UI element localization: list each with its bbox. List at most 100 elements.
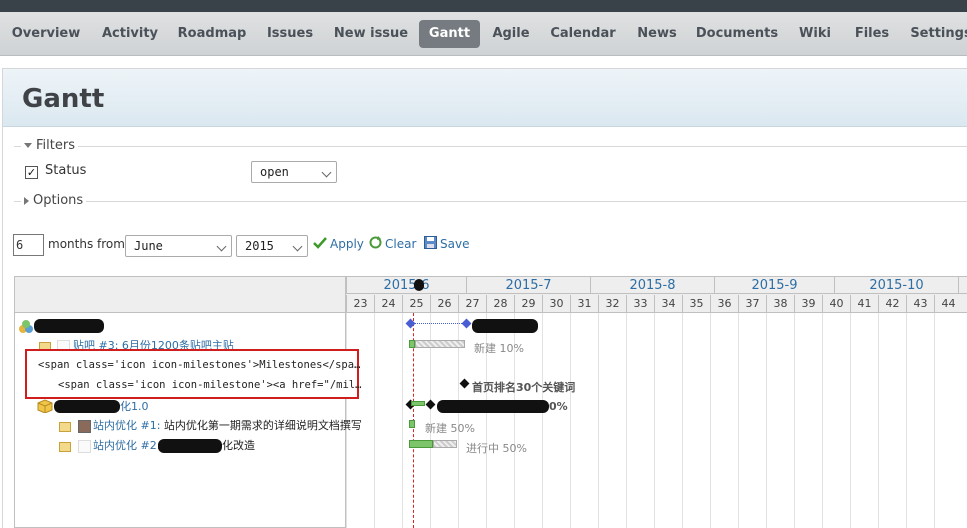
month-header-partial — [958, 277, 967, 294]
month-header: 2015-8 — [590, 277, 714, 294]
version-progress-bar — [411, 401, 425, 406]
options-divider — [14, 201, 967, 202]
redacted-issue-subject — [158, 439, 222, 453]
page-title: Gantt — [22, 84, 105, 114]
week-gridline — [598, 313, 599, 528]
gantt-subjects-header — [15, 277, 345, 313]
tab-files[interactable]: Files — [850, 20, 894, 48]
week-gridline — [374, 313, 375, 528]
week-header: 39 — [794, 295, 822, 313]
week-gridline — [402, 313, 403, 528]
status-operator-select[interactable]: open — [251, 161, 337, 183]
tab-wiki[interactable]: Wiki — [793, 20, 837, 48]
week-header: 33 — [626, 295, 654, 313]
year-select-value: 2015 — [245, 239, 274, 253]
tab-news[interactable]: News — [632, 20, 682, 48]
week-header: 35 — [682, 295, 710, 313]
week-gridline — [934, 313, 935, 528]
progress-todo-bar — [415, 340, 465, 348]
week-header: 36 — [710, 295, 738, 313]
top-strip — [0, 0, 967, 12]
week-gridline — [878, 313, 879, 528]
week-header: 37 — [738, 295, 766, 313]
tab-settings[interactable]: Settings — [907, 20, 967, 48]
tab-activity[interactable]: Activity — [96, 20, 164, 48]
tab-documents[interactable]: Documents — [694, 20, 780, 48]
bar-status-label: 新建 50% — [425, 422, 475, 435]
clear-button[interactable]: Clear — [369, 236, 416, 252]
tab-overview[interactable]: Overview — [6, 20, 86, 48]
tab-gantt[interactable]: Gantt — [419, 20, 480, 48]
status-checkbox[interactable]: ✓ — [25, 166, 38, 179]
week-gridline — [682, 313, 683, 528]
issue-subject-suffix: 化改造 — [222, 439, 255, 452]
tab-new-issue[interactable]: New issue — [330, 20, 412, 48]
bar-status-label: 进行中 50% — [466, 442, 527, 455]
week-header: 30 — [542, 295, 570, 313]
project-icon — [18, 320, 34, 334]
months-input[interactable]: 6 — [13, 234, 44, 256]
reload-icon — [369, 236, 382, 253]
year-select[interactable]: 2015 — [236, 235, 308, 257]
week-header: 25 — [402, 295, 430, 313]
week-header: 41 — [850, 295, 878, 313]
version-row-subject[interactable]: 化1.0 — [120, 399, 149, 415]
redacted-project-name — [34, 319, 104, 333]
filters-legend-label: Filters — [36, 138, 75, 153]
week-header: 31 — [570, 295, 598, 313]
version-link[interactable]: 化1.0 — [120, 400, 149, 413]
week-gridline — [654, 313, 655, 528]
expand-arrow-icon — [24, 196, 29, 205]
week-header: 34 — [654, 295, 682, 313]
avatar — [78, 440, 91, 453]
checkmark-icon — [313, 236, 327, 253]
highlight-box — [25, 349, 359, 399]
progress-todo-bar — [433, 440, 457, 448]
title-bar — [3, 69, 967, 127]
redacted-version-name — [54, 400, 120, 413]
week-header: 38 — [766, 295, 794, 313]
month-header: 2015-6 — [346, 277, 466, 294]
week-gridline — [542, 313, 543, 528]
save-button[interactable]: Save — [424, 236, 469, 252]
gantt-split — [345, 276, 346, 528]
version-percent-label: 0% — [549, 400, 568, 413]
issue-link[interactable]: 站内优化 #2: — [93, 439, 160, 452]
week-header: 29 — [514, 295, 542, 313]
week-header: 24 — [374, 295, 402, 313]
clear-label: Clear — [385, 237, 417, 251]
issue-row-subject[interactable]: 站内优化 #1: 站内优化第一期需求的详细说明文档撰写 — [93, 418, 362, 434]
week-gridline — [570, 313, 571, 528]
issue-link[interactable]: 站内优化 #1: — [93, 419, 160, 432]
issue-subject-text: 站内优化第一期需求的详细说明文档撰写 — [163, 419, 362, 432]
options-legend[interactable]: Options — [21, 193, 87, 208]
save-disk-icon — [424, 236, 437, 253]
tab-calendar[interactable]: Calendar — [546, 20, 620, 48]
apply-button[interactable]: Apply — [313, 236, 364, 252]
chevron-down-icon — [321, 167, 332, 178]
week-gridline — [766, 313, 767, 528]
month-header: 2015-7 — [466, 277, 590, 294]
week-header: 26 — [430, 295, 458, 313]
month-select[interactable]: June — [125, 235, 232, 257]
issue-row-subject[interactable]: 站内优化 #2: — [93, 438, 160, 454]
tab-roadmap[interactable]: Roadmap — [174, 20, 250, 48]
raw-html-milestone-row: <span class='icon icon-milestone'><a hre… — [58, 379, 362, 391]
month-header: 2015-9 — [714, 277, 834, 294]
progress-done-bar — [409, 440, 433, 448]
week-gridline — [906, 313, 907, 528]
redaction-mark — [414, 279, 424, 291]
filters-legend[interactable]: Filters — [21, 138, 78, 153]
tab-agile[interactable]: Agile — [488, 20, 534, 48]
redacted-version-label — [437, 400, 549, 413]
month-select-value: June — [134, 239, 163, 253]
chevron-down-icon — [292, 241, 303, 252]
options-legend-label: Options — [33, 193, 84, 208]
project-span — [411, 323, 466, 325]
chevron-down-icon — [216, 241, 227, 252]
milestone-label: 首页排名30个关键词 — [472, 381, 576, 394]
week-gridline — [794, 313, 795, 528]
week-gridline — [822, 313, 823, 528]
raw-html-milestones-row: <span class='icon icon-milestones'>Miles… — [38, 359, 361, 371]
tab-issues[interactable]: Issues — [261, 20, 319, 48]
